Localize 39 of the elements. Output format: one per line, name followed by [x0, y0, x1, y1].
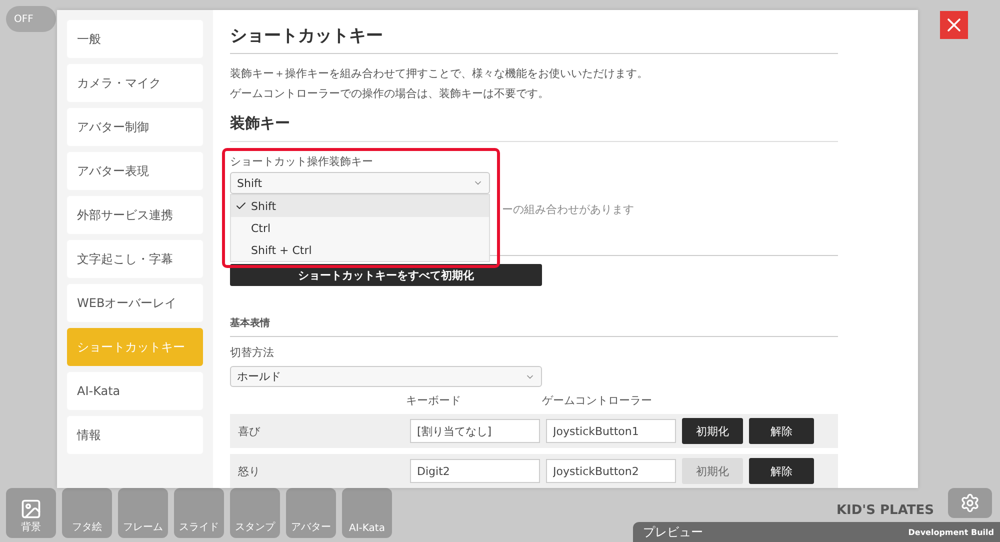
sidebar-item[interactable]: 情報 — [67, 416, 203, 454]
sidebar-item[interactable]: WEBオーバーレイ — [67, 284, 203, 322]
sidebar-item[interactable]: アバター表現 — [67, 152, 203, 190]
column-header: ゲームコントローラー — [542, 393, 653, 408]
keyboard-field[interactable]: [割り当てなし] — [410, 419, 540, 443]
group-heading: 基本表情 — [230, 316, 838, 338]
sidebar-item[interactable]: 外部サービス連携 — [67, 196, 203, 234]
dropdown-option[interactable]: Ctrl — [231, 217, 489, 239]
build-label: Development Build — [908, 528, 994, 536]
sidebar-item[interactable]: AI-Kata — [67, 372, 203, 410]
logo-text: KID'S PLATES — [836, 503, 934, 518]
preview-title: プレビュー — [643, 524, 703, 540]
column-header: キーボード — [406, 393, 462, 408]
modifier-select[interactable]: Shift — [230, 172, 490, 194]
sidebar-item[interactable]: 文字起こし・字幕 — [67, 240, 203, 278]
reset-button[interactable]: 初期化 — [682, 418, 743, 444]
field-label: 切替方法 — [230, 345, 275, 360]
dropdown-option[interactable]: Shift + Ctrl — [231, 239, 489, 261]
sidebar-item[interactable]: 一般 — [67, 20, 203, 58]
section-heading: 装飾キー — [230, 114, 838, 142]
switch-select[interactable]: ホールド — [230, 366, 542, 387]
sidebar-item[interactable]: カメラ・マイク — [67, 64, 203, 102]
description-text: ゲームコントローラーでの操作の場合は、装飾キーは不要です。 — [230, 86, 550, 102]
section-title: ショートカットキー — [230, 24, 838, 54]
settings-button[interactable] — [948, 488, 992, 518]
settings-icon — [960, 493, 980, 513]
field-label: ショートカット操作装飾キー — [230, 154, 373, 169]
close-button[interactable] — [940, 11, 968, 39]
clear-button[interactable]: 解除 — [749, 458, 814, 484]
check-icon — [235, 200, 247, 212]
keyboard-field[interactable]: Digit2 — [410, 459, 540, 483]
sidebar-item[interactable]: アバター制御 — [67, 108, 203, 146]
dropdown-option[interactable]: Shift — [231, 195, 489, 217]
image-icon — [20, 498, 42, 520]
row-label: 怒り — [237, 464, 261, 478]
row-label: 喜び — [237, 424, 261, 438]
clear-button[interactable]: 解除 — [749, 418, 814, 444]
description-text: 装飾キー＋操作キーを組み合わせて押すことで、様々な機能をお使いいただけます。 — [230, 66, 649, 82]
warning-text: ーの組み合わせがあります — [502, 202, 634, 217]
